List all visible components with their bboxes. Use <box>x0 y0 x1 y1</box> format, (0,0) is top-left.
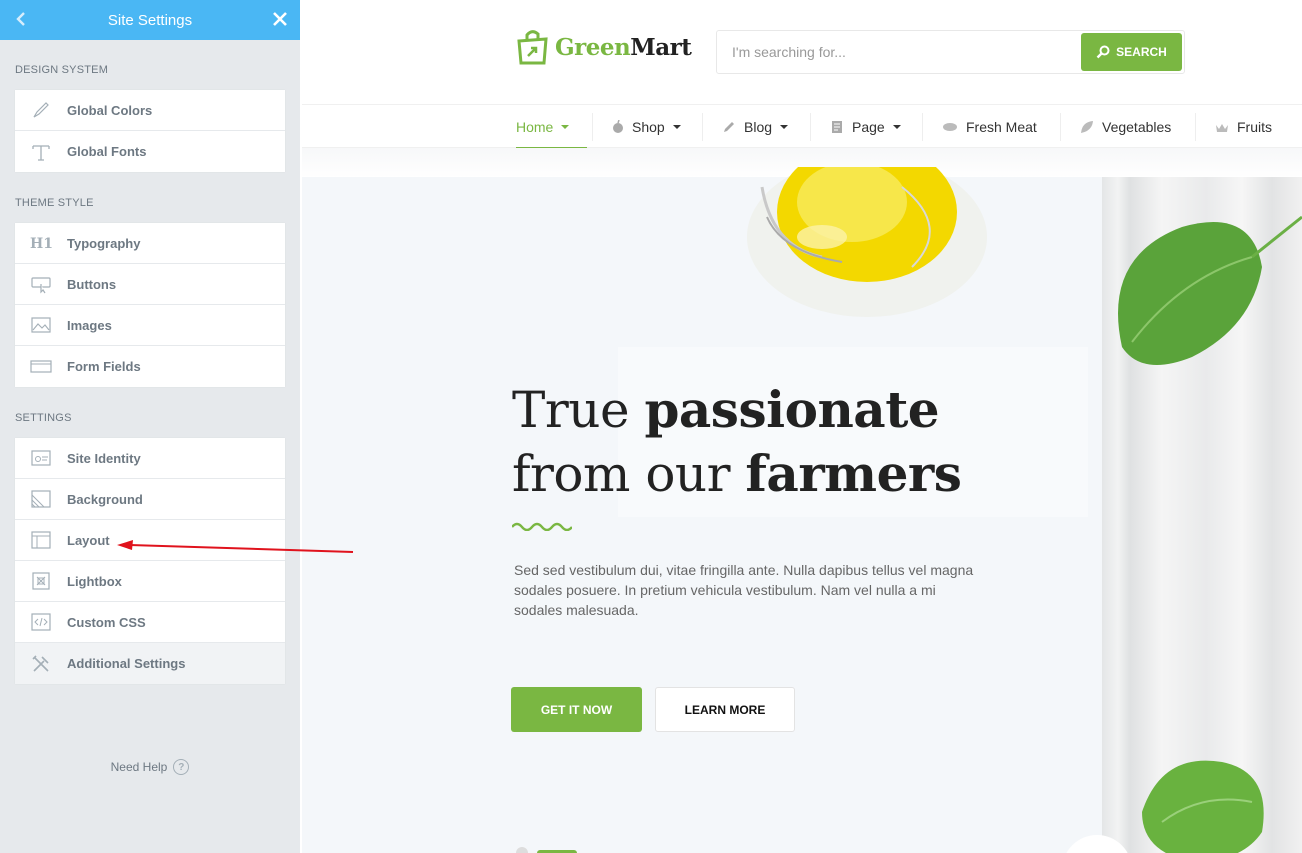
page-icon <box>832 120 842 133</box>
layout-icon <box>30 529 52 551</box>
sidebar-item-label: Form Fields <box>67 359 141 374</box>
nav-label: Shop <box>632 118 665 135</box>
nav-item-blog[interactable]: Blog <box>722 105 789 148</box>
site-preview: GreenMart I'm searching for... SEARCH Ho… <box>302 0 1302 853</box>
basil-leaf-bottom-image <box>1142 760 1264 853</box>
sidebar-item-custom-css[interactable]: Custom CSS <box>15 602 285 643</box>
panel-header: Site Settings <box>0 0 300 40</box>
pencil-icon <box>724 121 734 132</box>
theme-style-group: H1 Typography Buttons Images Form Fields <box>15 223 285 387</box>
settings-group: Site Identity Background Layout Lightbox… <box>15 438 285 684</box>
nav-label: Home <box>516 118 554 135</box>
sidebar-item-layout[interactable]: Layout <box>15 520 285 561</box>
nav-label: Vegetables <box>1102 118 1172 135</box>
sidebar-item-background[interactable]: Background <box>15 479 285 520</box>
nav-label: Page <box>852 118 885 135</box>
product-search: I'm searching for... SEARCH <box>716 30 1185 74</box>
sidebar-item-label: Background <box>67 491 143 507</box>
sidebar-item-images[interactable]: Images <box>15 305 285 346</box>
section-heading-design-system: Design System <box>15 64 109 76</box>
logo-text-green: Green <box>555 33 631 61</box>
chevron-down-icon <box>672 124 681 129</box>
sidebar-item-lightbox[interactable]: Lightbox <box>15 561 285 602</box>
nav-item-home[interactable]: Home <box>516 105 587 149</box>
need-help-label: Need Help <box>110 760 168 774</box>
learn-more-button[interactable]: LEARN MORE <box>655 687 795 732</box>
chevron-down-icon <box>892 124 901 129</box>
section-heading-settings: Settings <box>15 412 72 424</box>
tools-icon <box>30 653 52 675</box>
button-cursor-icon <box>30 273 52 295</box>
close-icon[interactable] <box>270 9 290 29</box>
image-icon <box>30 314 52 336</box>
main-navigation: Home Shop Blog Page Fresh Meat Vegetable… <box>302 104 1302 149</box>
question-mark-icon: ? <box>173 759 190 775</box>
wave-divider-icon <box>512 522 572 531</box>
meat-icon <box>943 122 957 131</box>
svg-text:H1: H1 <box>30 236 52 252</box>
search-icon <box>1096 45 1110 59</box>
lightbox-icon <box>30 570 52 592</box>
hero-banner: True passionate from our farmers Sed sed… <box>302 167 1302 853</box>
site-identity-icon <box>30 447 52 469</box>
site-settings-panel: Site Settings Design System Global Color… <box>0 0 300 853</box>
search-button-label: SEARCH <box>1116 45 1167 59</box>
sidebar-item-form-fields[interactable]: Form Fields <box>15 346 285 387</box>
sidebar-item-label: Images <box>67 317 112 333</box>
nav-item-vegetables[interactable]: Vegetables <box>1080 105 1171 148</box>
background-icon <box>30 488 52 510</box>
nav-label: Fruits <box>1237 118 1272 135</box>
sidebar-item-additional-settings[interactable]: Additional Settings <box>15 643 285 684</box>
chevron-down-icon <box>780 124 789 129</box>
oil-jar-image <box>747 167 987 317</box>
nav-label: Blog <box>744 118 773 135</box>
sidebar-item-label: Custom CSS <box>67 614 146 630</box>
sidebar-item-label: Lightbox <box>67 573 122 589</box>
apple-icon <box>613 120 623 133</box>
design-system-group: Global Colors Global Fonts <box>15 90 285 172</box>
hero-heading: True passionate from our farmers <box>512 380 962 503</box>
logo-text-dark: Mart <box>630 33 692 61</box>
get-it-now-button[interactable]: GET IT NOW <box>511 687 642 732</box>
nav-item-fresh-meat[interactable]: Fresh Meat <box>942 105 1037 148</box>
heading-h1-icon: H1 <box>30 232 52 254</box>
panel-title: Site Settings <box>107 11 193 29</box>
sidebar-item-label: Site Identity <box>67 450 141 466</box>
need-help-link[interactable]: Need Help ? <box>0 759 300 775</box>
leaf-icon <box>1081 120 1093 133</box>
nav-label: Fresh Meat <box>966 118 1037 135</box>
shopping-bag-logo-icon <box>517 30 548 65</box>
typography-t-icon <box>30 141 52 163</box>
sidebar-item-global-colors[interactable]: Global Colors <box>15 90 285 131</box>
sidebar-item-label: Global Colors <box>67 102 153 118</box>
sidebar-item-site-identity[interactable]: Site Identity <box>15 438 285 479</box>
sidebar-item-label: Layout <box>67 532 110 548</box>
hero-description: Sed sed vestibulum dui, vitae fringilla … <box>514 562 974 618</box>
sidebar-item-global-fonts[interactable]: Global Fonts <box>15 131 285 172</box>
sidebar-item-buttons[interactable]: Buttons <box>15 264 285 305</box>
section-heading-theme-style: Theme Style <box>15 197 94 209</box>
sidebar-item-label: Typography <box>67 235 141 251</box>
slider-dot[interactable] <box>516 847 528 853</box>
nav-item-shop[interactable]: Shop <box>612 105 681 148</box>
form-field-icon <box>30 356 52 378</box>
fruit-icon <box>1216 123 1228 132</box>
sidebar-item-label: Global Fonts <box>67 144 147 159</box>
sidebar-item-label: Buttons <box>67 276 117 292</box>
sidebar-item-typography[interactable]: H1 Typography <box>15 223 285 264</box>
site-logo[interactable]: GreenMart <box>516 29 692 65</box>
search-button[interactable]: SEARCH <box>1081 33 1182 71</box>
nav-item-page[interactable]: Page <box>830 105 901 148</box>
basil-leaf-image <box>1118 215 1302 365</box>
code-icon <box>30 611 52 633</box>
sidebar-item-label: Additional Settings <box>67 656 186 671</box>
chevron-down-icon <box>561 124 570 129</box>
back-icon[interactable] <box>12 9 32 29</box>
paintbrush-icon <box>30 99 52 121</box>
nav-item-fruits[interactable]: Fruits <box>1215 105 1272 148</box>
